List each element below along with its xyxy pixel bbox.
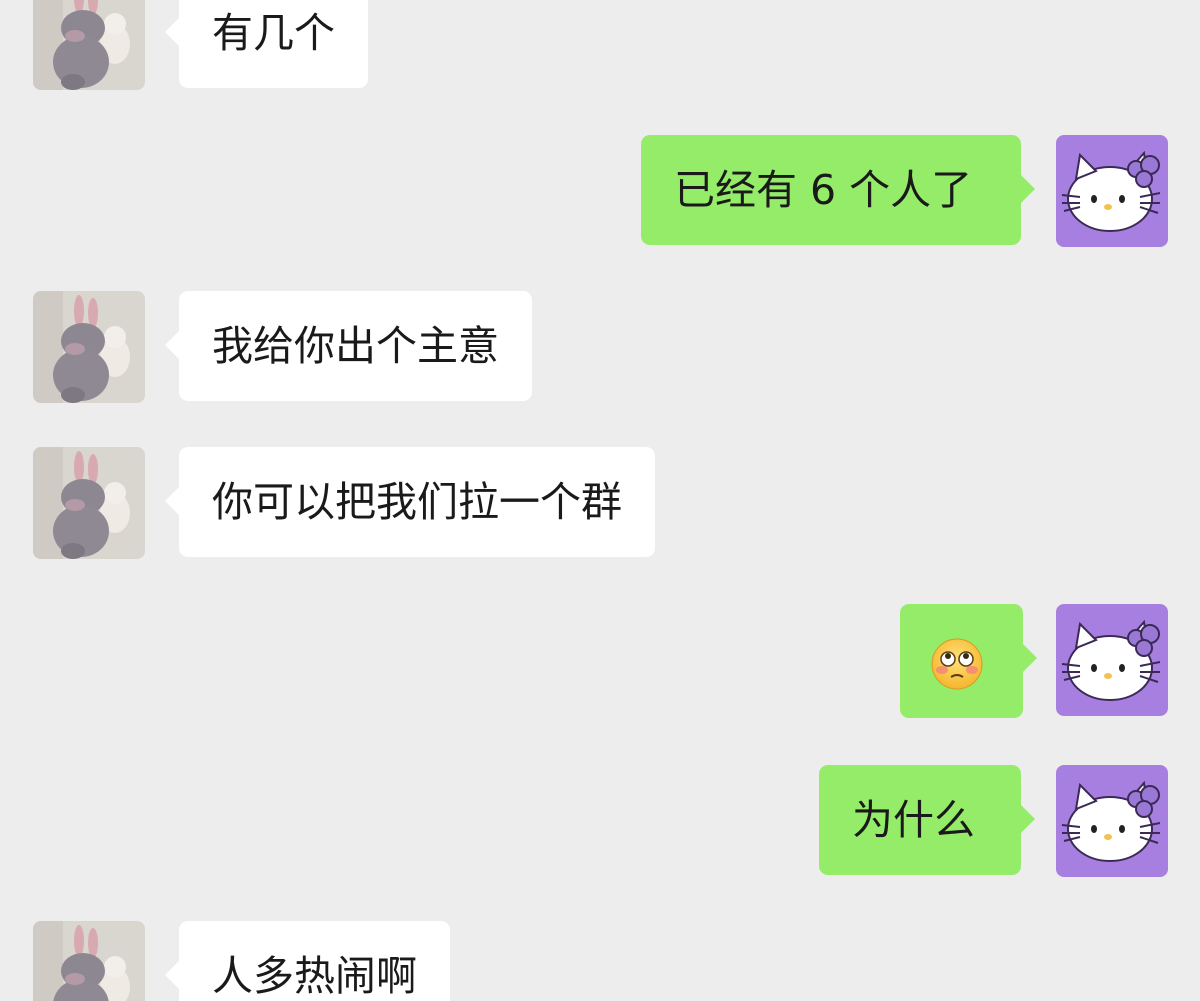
self-avatar[interactable]	[1056, 135, 1168, 247]
message-bubble-incoming[interactable]: 你可以把我们拉一个群	[165, 447, 655, 557]
message-bubble-outgoing[interactable]: 为什么	[819, 765, 1035, 875]
message-text: 已经有 6 个人了	[674, 166, 973, 214]
message-text: 为什么	[852, 796, 975, 844]
plush-bunny-icon	[33, 921, 145, 1001]
hello-kitty-icon	[1056, 765, 1168, 877]
hello-kitty-icon	[1056, 604, 1168, 716]
plush-bunny-icon	[33, 447, 145, 559]
message-bubble-incoming[interactable]: 我给你出个主意	[165, 291, 532, 401]
self-avatar[interactable]	[1056, 604, 1168, 716]
contact-avatar[interactable]	[33, 0, 145, 90]
message-text: 我给你出个主意	[212, 322, 499, 370]
contact-avatar[interactable]	[33, 921, 145, 1001]
contact-avatar[interactable]	[33, 291, 145, 403]
hello-kitty-icon	[1056, 135, 1168, 247]
message-bubble-incoming[interactable]: 人多热闹啊	[165, 921, 450, 1001]
message-bubble-outgoing[interactable]	[900, 604, 1037, 718]
message-text: 人多热闹啊	[212, 952, 417, 1000]
flushed-face-emoji-icon	[931, 638, 983, 690]
message-bubble-incoming[interactable]: 有几个	[165, 0, 368, 88]
plush-bunny-icon	[33, 0, 145, 90]
message-text: 你可以把我们拉一个群	[212, 478, 622, 526]
chat-message-list[interactable]: 有几个 已经有 6 个人了 我给你出个主意 你可以把我们拉一个群 为什么 人多热…	[0, 0, 1200, 1001]
self-avatar[interactable]	[1056, 765, 1168, 877]
message-text: 有几个	[212, 9, 335, 57]
message-bubble-outgoing[interactable]: 已经有 6 个人了	[641, 135, 1035, 245]
contact-avatar[interactable]	[33, 447, 145, 559]
plush-bunny-icon	[33, 291, 145, 403]
